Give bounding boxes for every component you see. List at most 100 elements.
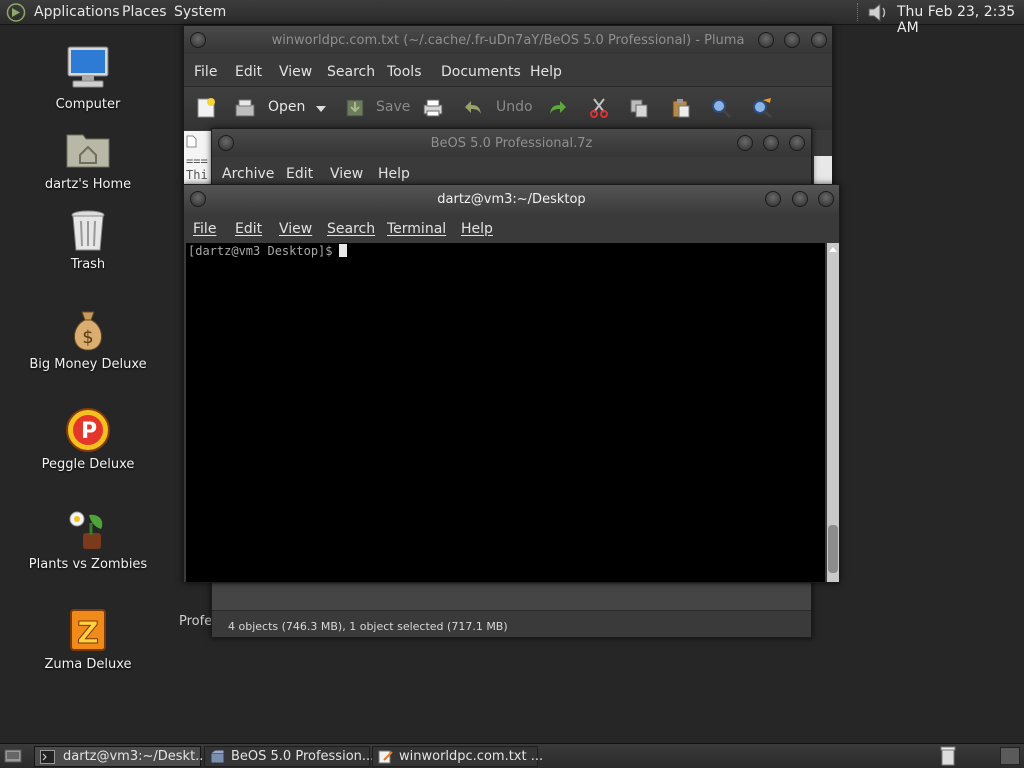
terminal-app-icon bbox=[40, 750, 55, 764]
find-replace-icon[interactable] bbox=[751, 97, 773, 119]
terminal-menu-view[interactable]: View bbox=[279, 221, 312, 237]
paste-icon[interactable] bbox=[670, 97, 692, 119]
save-icon[interactable] bbox=[344, 97, 366, 119]
close-button[interactable] bbox=[811, 32, 827, 48]
terminal-title: dartz@vm3:~/Desktop bbox=[437, 192, 586, 207]
shell-prompt-line: [dartz@vm3 Desktop]$ bbox=[188, 244, 347, 258]
home-folder-icon bbox=[66, 134, 110, 168]
pluma-scrollbar[interactable] bbox=[814, 156, 832, 184]
find-icon[interactable] bbox=[710, 97, 732, 119]
terminal-titlebar[interactable]: dartz@vm3:~/Desktop bbox=[184, 185, 839, 213]
pluma-menu-help[interactable]: Help bbox=[530, 64, 562, 80]
pluma-menu-file[interactable]: File bbox=[194, 64, 217, 80]
archive-titlebar[interactable]: BeOS 5.0 Professional.7z bbox=[212, 129, 811, 157]
archive-menu-help[interactable]: Help bbox=[378, 166, 410, 182]
svg-text:$: $ bbox=[82, 327, 93, 348]
desktop-icon-label: Zuma Deluxe bbox=[44, 657, 132, 672]
minimize-button[interactable] bbox=[765, 191, 781, 207]
save-button[interactable]: Save bbox=[376, 99, 410, 115]
minimize-button[interactable] bbox=[737, 135, 753, 151]
archive-menu-edit[interactable]: Edit bbox=[286, 166, 313, 182]
clock[interactable]: Thu Feb 23, 2:35 AM bbox=[897, 4, 1024, 36]
archive-menu-view[interactable]: View bbox=[330, 166, 363, 182]
terminal-menu-help[interactable]: Help bbox=[461, 221, 493, 237]
scrollbar-thumb[interactable] bbox=[828, 525, 838, 573]
money-bag-icon: $ bbox=[74, 311, 102, 351]
terminal-scrollbar[interactable] bbox=[827, 243, 839, 582]
volume-icon[interactable] bbox=[866, 2, 890, 23]
top-panel: Applications Places System Thu Feb 23, 2… bbox=[0, 0, 1024, 36]
new-document-icon[interactable] bbox=[195, 97, 217, 119]
shell-prompt: [dartz@vm3 Desktop]$ bbox=[188, 244, 333, 258]
task-label: dartz@vm3:~/Deskt... bbox=[63, 749, 208, 764]
archive-file-area[interactable] bbox=[212, 584, 811, 611]
close-button[interactable] bbox=[789, 135, 805, 151]
taskbar: dartz@vm3:~/Deskt... BeOS 5.0 Profession… bbox=[0, 743, 1024, 768]
panel-separator bbox=[857, 3, 859, 21]
applications-menu[interactable]: Applications bbox=[34, 4, 120, 20]
desktop-icon-label: Trash bbox=[70, 257, 106, 272]
cut-icon[interactable] bbox=[588, 97, 610, 119]
distro-logo-icon[interactable] bbox=[6, 3, 26, 22]
redo-icon[interactable] bbox=[547, 97, 569, 119]
desktop-icon-label: Computer bbox=[55, 97, 121, 112]
pluma-menu-view[interactable]: View bbox=[279, 64, 312, 80]
maximize-button[interactable] bbox=[784, 32, 800, 48]
open-button[interactable]: Open bbox=[268, 99, 305, 115]
undo-button[interactable]: Undo bbox=[496, 99, 533, 115]
task-pluma[interactable]: winworldpc.com.txt ... bbox=[372, 746, 543, 767]
pluma-titlebar[interactable]: winworldpc.com.txt (~/.cache/.fr-uDn7aY/… bbox=[184, 26, 832, 54]
partial-desktop-text: Profe bbox=[179, 614, 213, 629]
text-line: Thi bbox=[186, 168, 208, 182]
open-icon[interactable] bbox=[234, 97, 256, 119]
trash-icon bbox=[71, 210, 105, 251]
task-label: BeOS 5.0 Profession... bbox=[231, 749, 375, 764]
computer-icon bbox=[67, 46, 109, 88]
pluma-menu-tools[interactable]: Tools bbox=[387, 64, 422, 80]
minimize-button[interactable] bbox=[758, 32, 774, 48]
text-editor-app-icon bbox=[378, 750, 393, 764]
close-button[interactable] bbox=[818, 191, 834, 207]
pluma-menu-documents[interactable]: Documents bbox=[441, 64, 521, 80]
pluma-toolbar: Open Save Undo bbox=[184, 86, 832, 130]
desktop-icon-label: dartz's Home bbox=[44, 177, 132, 192]
places-menu[interactable]: Places bbox=[122, 4, 167, 20]
task-label: winworldpc.com.txt ... bbox=[399, 749, 544, 764]
archive-menu-archive[interactable]: Archive bbox=[222, 166, 274, 182]
print-icon[interactable] bbox=[422, 97, 444, 119]
pluma-menu-edit[interactable]: Edit bbox=[235, 64, 262, 80]
workspace-switcher[interactable] bbox=[1000, 747, 1020, 765]
terminal-menu-terminal[interactable]: Terminal bbox=[387, 221, 446, 237]
task-archive[interactable]: BeOS 5.0 Profession... bbox=[204, 746, 374, 767]
show-desktop-icon[interactable] bbox=[4, 748, 22, 764]
task-terminal[interactable]: dartz@vm3:~/Deskt... bbox=[34, 746, 208, 767]
terminal-output[interactable]: [dartz@vm3 Desktop]$ bbox=[186, 243, 825, 582]
archive-status-bar: 4 objects (746.3 MB), 1 object selected … bbox=[228, 620, 508, 633]
terminal-window[interactable]: dartz@vm3:~/Desktop File Edit View Searc… bbox=[183, 184, 840, 583]
scroll-up-arrow-icon[interactable] bbox=[827, 245, 839, 255]
text-cursor bbox=[338, 244, 347, 257]
trash-applet-icon[interactable] bbox=[940, 746, 956, 766]
desktop-icon-label: Peggle Deluxe bbox=[41, 457, 135, 472]
maximize-button[interactable] bbox=[792, 191, 808, 207]
pluma-text-area[interactable]: === Thi bbox=[184, 131, 214, 184]
svg-text:Z: Z bbox=[77, 616, 99, 651]
terminal-menu-edit[interactable]: Edit bbox=[235, 221, 262, 237]
svg-text:P: P bbox=[81, 419, 97, 444]
terminal-menu-file[interactable]: File bbox=[193, 221, 216, 237]
archive-app-icon bbox=[210, 750, 225, 764]
document-tab-icon bbox=[186, 135, 197, 148]
copy-icon[interactable] bbox=[628, 97, 650, 119]
system-menu[interactable]: System bbox=[174, 4, 226, 20]
terminal-menu-search[interactable]: Search bbox=[327, 221, 375, 237]
plants-icon bbox=[69, 511, 103, 549]
undo-icon[interactable] bbox=[462, 97, 484, 119]
pluma-menu-search[interactable]: Search bbox=[327, 64, 375, 80]
pluma-title: winworldpc.com.txt (~/.cache/.fr-uDn7aY/… bbox=[271, 33, 745, 48]
open-dropdown-arrow-icon[interactable] bbox=[315, 105, 327, 113]
desktop-icon-label: Big Money Deluxe bbox=[29, 357, 147, 372]
maximize-button[interactable] bbox=[763, 135, 779, 151]
zuma-icon: Z bbox=[70, 609, 106, 652]
desktop-icon-label: Plants vs Zombies bbox=[28, 557, 148, 572]
peggle-icon: P bbox=[66, 408, 110, 452]
